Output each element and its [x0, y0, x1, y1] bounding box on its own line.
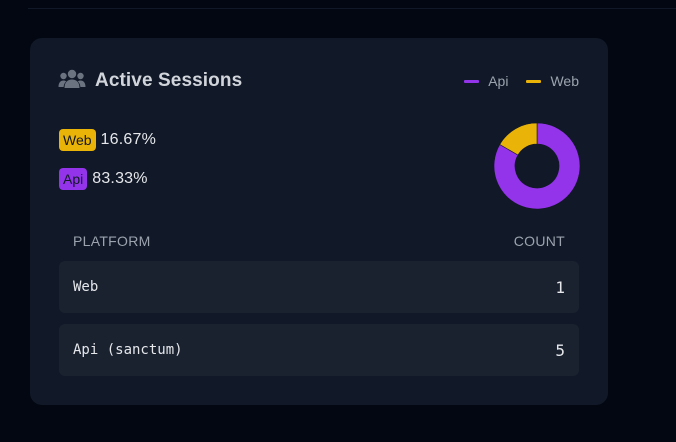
legend-swatch-api: [464, 79, 480, 83]
table-row[interactable]: Web 1: [59, 261, 579, 313]
card-title: Active Sessions: [95, 70, 243, 91]
table-row[interactable]: Api (sanctum) 5: [59, 324, 579, 376]
legend-swatch-web: [526, 79, 542, 83]
sessions-donut-chart: [493, 122, 581, 210]
platform-badge-web: Web: [59, 128, 96, 151]
column-header-count: COUNT: [513, 233, 565, 249]
row-platform: Web: [73, 279, 99, 295]
row-count: 1: [555, 277, 565, 297]
stat-row-api: Api 83.33%: [59, 167, 156, 190]
row-count: 5: [555, 340, 565, 360]
legend-label-web: Web: [550, 73, 579, 89]
column-header-platform: PLATFORM: [73, 233, 151, 249]
chart-legend: Api Web: [464, 73, 579, 89]
legend-item-api[interactable]: Api: [464, 73, 508, 89]
platform-stats: Web 16.67% Api 83.33%: [59, 128, 156, 206]
legend-label-api: Api: [488, 73, 509, 89]
top-divider: [28, 8, 676, 9]
platform-badge-api: Api: [59, 167, 88, 190]
table-header: PLATFORM COUNT: [73, 233, 565, 249]
legend-item-web[interactable]: Web: [526, 73, 579, 89]
users-icon: [58, 68, 86, 94]
card-header: Active Sessions: [58, 68, 242, 94]
active-sessions-card: Active Sessions Api Web Web 16.67% Api 8…: [30, 38, 608, 405]
platform-percent-api: 83.33%: [92, 169, 148, 187]
stat-row-web: Web 16.67%: [59, 128, 156, 151]
platform-percent-web: 16.67%: [100, 130, 157, 148]
row-platform: Api (sanctum): [73, 342, 183, 358]
